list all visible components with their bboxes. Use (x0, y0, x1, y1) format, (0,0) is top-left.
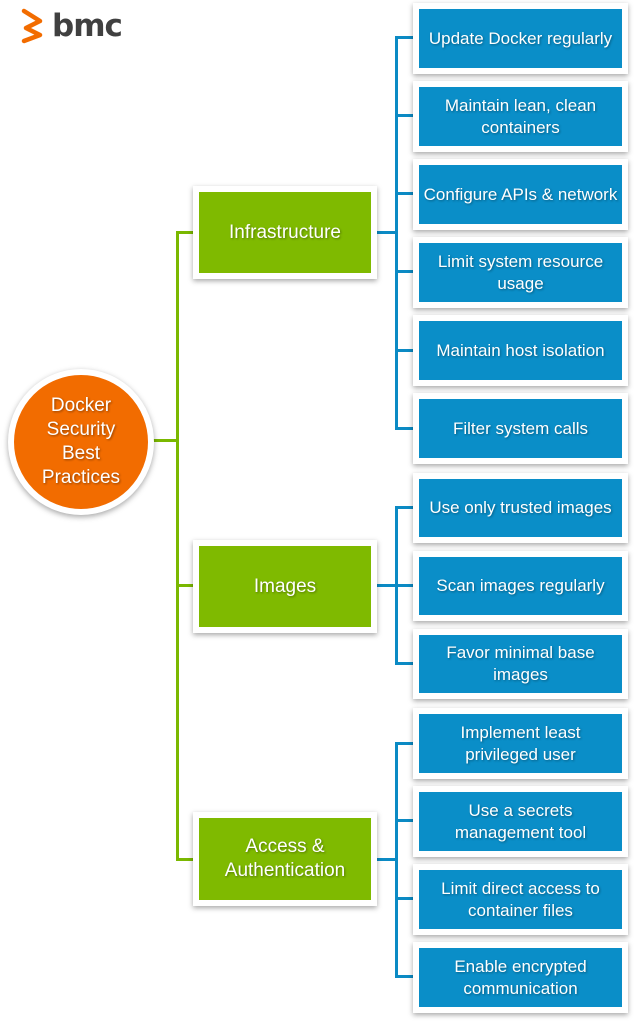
blue-trunk-access (395, 742, 398, 978)
leaf-branch (395, 506, 415, 509)
connector-access (375, 858, 397, 861)
root-connector (150, 439, 178, 442)
root-node: Docker Security Best Practices (8, 369, 154, 515)
leaf-label: Scan images regularly (436, 576, 605, 595)
leaf-branch (395, 819, 415, 822)
connector-infrastructure (375, 231, 397, 234)
leaf-branch (395, 662, 415, 665)
category-access-authentication: Access & Authentication (193, 812, 377, 906)
leaf-branch (395, 975, 415, 978)
leaf-label: Implement least privileged user (460, 722, 581, 764)
leaf-branch (395, 584, 415, 587)
leaf-label: Limit direct access to container files (441, 878, 600, 920)
leaf-label: Favor minimal base images (446, 643, 595, 684)
leaf-branch (395, 36, 415, 39)
leaf-item: Use a secrets management tool (413, 786, 628, 857)
leaf-label: Use only trusted images (429, 498, 612, 517)
leaf-label: Use a secrets management tool (454, 800, 587, 842)
leaf-label: Update Docker regularly (428, 28, 613, 48)
leaf-branch (395, 270, 415, 273)
leaf-item: Maintain lean, clean containers (413, 81, 628, 152)
category-images: Images (193, 540, 377, 633)
blue-trunk-infrastructure (395, 36, 398, 430)
leaf-item: Favor minimal base images (413, 629, 628, 699)
leaf-label: Filter system calls (452, 418, 589, 438)
leaf-label: Enable encrypted communication (454, 956, 587, 998)
bmc-logo: bmc (20, 8, 123, 44)
leaf-branch (395, 427, 415, 430)
leaf-item: Maintain host isolation (413, 315, 628, 386)
leaf-item: Filter system calls (413, 393, 628, 464)
category-label: Infrastructure (229, 221, 341, 243)
leaf-item: Update Docker regularly (413, 3, 628, 74)
leaf-item: Enable encrypted communication (413, 942, 628, 1013)
leaf-item: Limit direct access to container files (413, 864, 628, 935)
category-label: Access & Authentication (224, 836, 346, 881)
leaf-branch (395, 897, 415, 900)
leaf-label: Maintain lean, clean containers (444, 95, 597, 137)
connector-images (375, 584, 397, 587)
leaf-item: Scan images regularly (413, 551, 628, 621)
leaf-branch (395, 349, 415, 352)
leaf-branch (395, 742, 415, 745)
root-label: Docker Security Best Practices (41, 395, 121, 488)
category-infrastructure: Infrastructure (193, 186, 377, 279)
bmc-chevron-logo-icon (21, 8, 43, 44)
leaf-item: Configure APIs & network (413, 159, 628, 230)
leaf-label: Configure APIs & network (423, 184, 618, 204)
brand-name: bmc (52, 8, 123, 44)
category-label: Images (253, 575, 317, 597)
green-trunk (176, 231, 179, 861)
leaf-branch (395, 192, 415, 195)
leaf-item: Limit system resource usage (413, 237, 628, 308)
leaf-label: Maintain host isolation (436, 340, 605, 360)
leaf-branch (395, 114, 415, 117)
leaf-item: Use only trusted images (413, 473, 628, 543)
leaf-item: Implement least privileged user (413, 708, 628, 779)
leaf-label: Limit system resource usage (437, 251, 604, 293)
